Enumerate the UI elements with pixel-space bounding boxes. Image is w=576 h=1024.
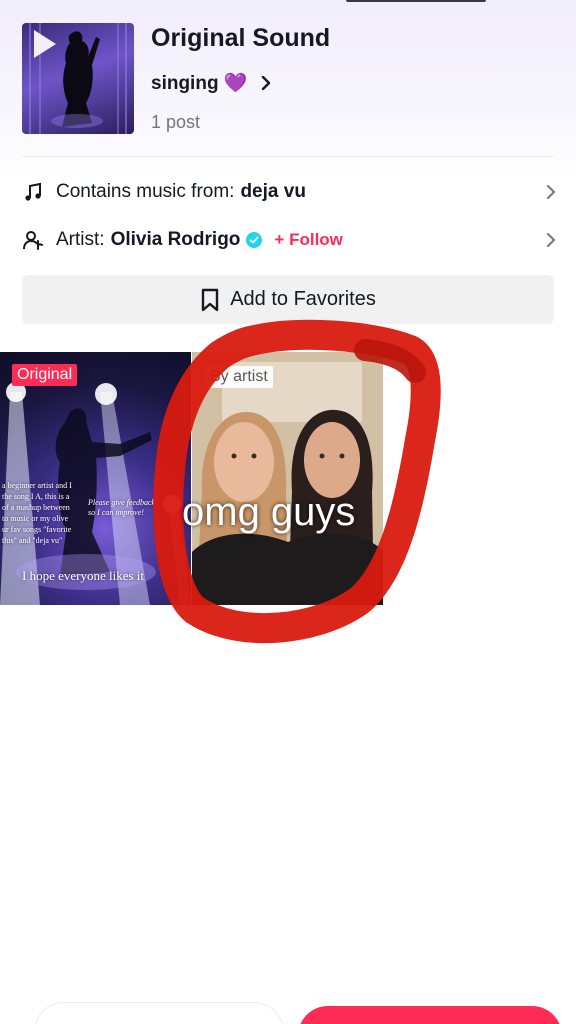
by-artist-badge: By artist — [205, 366, 273, 388]
artist-row[interactable]: Artist: Olivia Rodrigo + Follow — [22, 223, 556, 257]
original-badge: Original — [12, 364, 78, 386]
bookmark-icon — [201, 288, 219, 311]
sound-author-name: singing 💜 — [151, 73, 248, 94]
video-thumbnail-original[interactable]: Original a beginner artist and I the son… — [0, 352, 191, 605]
add-to-favorites-button[interactable]: Add to Favorites — [22, 275, 554, 324]
share-button[interactable] — [34, 1002, 284, 1024]
sound-title: Original Sound — [151, 24, 331, 52]
video-overlay-text: a beginner artist and I the song I A, th… — [2, 481, 72, 545]
use-sound-button[interactable] — [298, 1006, 562, 1024]
music-note-icon — [22, 181, 44, 203]
video-bottom-text: I hope everyone likes it — [22, 568, 145, 583]
person-icon — [22, 229, 44, 251]
favorites-label: Add to Favorites — [230, 288, 376, 310]
music-source-row[interactable]: Contains music from: deja vu — [22, 175, 556, 209]
feedback-text: Please give feedback so I can improve! — [88, 498, 156, 517]
chevron-right-icon — [547, 185, 556, 199]
divider — [22, 156, 554, 157]
verified-badge-icon — [246, 232, 263, 248]
music-title: deja vu — [240, 181, 306, 202]
chevron-right-icon — [262, 76, 271, 90]
video-thumbnail-by-artist[interactable] — [192, 352, 383, 605]
follow-button[interactable]: + Follow — [274, 230, 342, 250]
music-label: Contains music from: — [56, 181, 235, 202]
play-icon[interactable] — [22, 23, 64, 65]
two-people-image — [192, 352, 383, 605]
artist-label: Artist: — [56, 229, 105, 250]
drag-handle[interactable] — [346, 0, 486, 2]
artist-name: Olivia Rodrigo — [110, 229, 241, 250]
sound-author-link[interactable]: singing 💜 — [151, 70, 271, 96]
post-count: 1 post — [151, 112, 201, 132]
chevron-right-icon — [547, 233, 556, 247]
overlay-caption: omg guys — [182, 490, 356, 534]
sound-cover-art[interactable] — [22, 23, 134, 134]
